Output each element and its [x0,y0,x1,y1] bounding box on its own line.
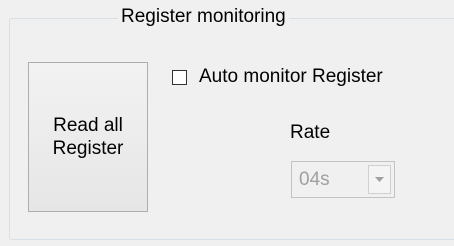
auto-monitor-checkbox[interactable] [172,69,187,85]
auto-monitor-checkbox-row[interactable]: Auto monitor Register [172,66,383,88]
auto-monitor-label[interactable]: Auto monitor Register [199,66,383,88]
rate-dropdown: 04s [291,161,395,198]
rate-selected-value: 04s [299,168,330,190]
chevron-down-icon [375,177,384,182]
register-monitoring-panel: Register monitoring Read all Register Au… [0,0,454,246]
rate-dropdown-button [368,165,391,194]
group-title: Register monitoring [118,6,289,28]
rate-label: Rate [290,122,331,143]
read-all-register-button[interactable]: Read all Register [28,62,148,212]
